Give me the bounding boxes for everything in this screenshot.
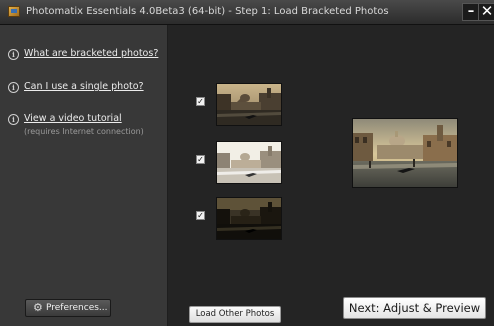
next-adjust-preview-button[interactable]: Next: Adjust & Preview xyxy=(343,297,486,319)
help-note-internet: (requires Internet connection) xyxy=(24,127,144,136)
help-item-video-tutorial[interactable]: i View a video tutorial (requires Intern… xyxy=(8,113,144,136)
window-title: Photomatix Essentials 4.0Beta3 (64-bit) … xyxy=(26,6,389,17)
close-button[interactable]: ✕ xyxy=(478,3,494,21)
help-link-video-tutorial[interactable]: View a video tutorial xyxy=(24,113,122,124)
photo-thumbnail[interactable] xyxy=(216,141,282,184)
info-icon: i xyxy=(8,114,19,125)
venice-photo-dark xyxy=(217,198,281,239)
photo-checkbox[interactable]: ✓ xyxy=(196,155,205,164)
main-panel: ✓ ✓ ✓ Load Other Photos Next: Adjust & P… xyxy=(168,25,494,326)
photo-thumbnail[interactable] xyxy=(216,83,282,126)
venice-photo-normal xyxy=(217,84,281,125)
photo-checkbox[interactable]: ✓ xyxy=(196,211,205,220)
help-link-single-photo[interactable]: Can I use a single photo? xyxy=(24,81,144,92)
venice-photo-hdr xyxy=(353,119,457,187)
app-logo-icon xyxy=(8,6,20,17)
title-bar[interactable]: Photomatix Essentials 4.0Beta3 (64-bit) … xyxy=(0,0,494,25)
help-item-bracketed-photos[interactable]: i What are bracketed photos? xyxy=(8,48,158,60)
venice-photo-bright xyxy=(217,142,281,183)
photo-checkbox[interactable]: ✓ xyxy=(196,97,205,106)
photo-thumbnail[interactable] xyxy=(216,197,282,240)
app-window: Photomatix Essentials 4.0Beta3 (64-bit) … xyxy=(0,0,494,326)
preferences-label: Preferences... xyxy=(46,303,108,313)
preferences-button[interactable]: ⚙ Preferences... xyxy=(25,299,111,317)
info-icon: i xyxy=(8,49,19,60)
info-icon: i xyxy=(8,82,19,93)
help-item-single-photo[interactable]: i Can I use a single photo? xyxy=(8,81,144,93)
help-link-bracketed-photos[interactable]: What are bracketed photos? xyxy=(24,48,158,59)
gear-icon: ⚙ xyxy=(33,301,43,314)
hdr-preview-image xyxy=(352,118,458,188)
sidebar: i What are bracketed photos? i Can I use… xyxy=(0,25,168,326)
load-other-photos-button[interactable]: Load Other Photos xyxy=(189,306,281,323)
